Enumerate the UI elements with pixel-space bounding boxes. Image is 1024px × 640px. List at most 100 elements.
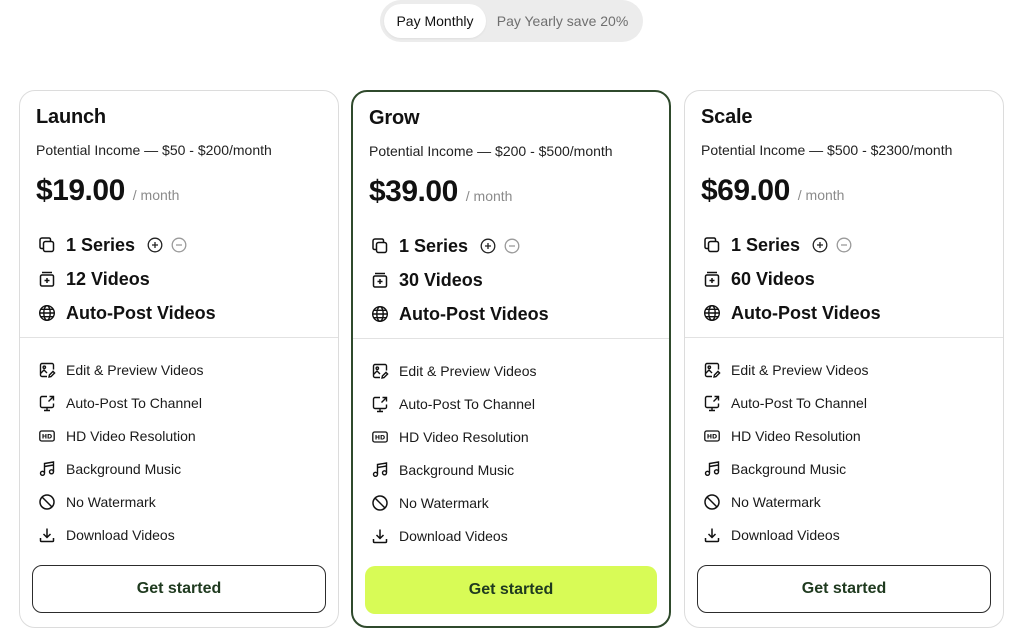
get-started-button[interactable]: Get started [32, 565, 326, 613]
pay-monthly-option[interactable]: Pay Monthly [384, 4, 486, 38]
feature-label: No Watermark [731, 493, 821, 510]
feature-item: Auto-Post To Channel [36, 386, 322, 419]
video-add-icon [369, 269, 391, 291]
main-features: 1 Series 60 Videos Auto-Post Videos [701, 228, 987, 330]
feature-item: Edit & Preview Videos [36, 353, 322, 386]
series-feature: 1 Series [701, 228, 987, 262]
feature-item: HD HD Video Resolution [701, 419, 987, 452]
plan-header: Scale Potential Income — $500 - $2300/mo… [685, 91, 1003, 338]
videos-label: 12 Videos [66, 268, 150, 289]
feature-item: Background Music [701, 452, 987, 485]
get-started-button[interactable]: Get started [697, 565, 991, 613]
main-features: 1 Series 30 Videos Auto-Post Videos [369, 229, 653, 331]
feature-item: Background Music [36, 452, 322, 485]
feature-label: Auto-Post To Channel [399, 395, 535, 412]
price-row: $19.00 / month [36, 174, 322, 214]
series-feature: 1 Series [36, 228, 322, 262]
plus-circle-icon[interactable] [147, 237, 163, 253]
feature-item: HD HD Video Resolution [369, 420, 653, 453]
image-edit-icon [369, 360, 391, 382]
image-edit-icon [36, 359, 58, 381]
monitor-share-icon [701, 392, 723, 414]
plan-card-grow: Grow Potential Income — $200 - $500/mont… [351, 90, 671, 628]
feature-item: Download Videos [36, 518, 322, 551]
get-started-button[interactable]: Get started [365, 566, 657, 614]
feature-label: Background Music [731, 460, 847, 477]
autopost-label: Auto-Post Videos [399, 303, 549, 324]
minus-circle-icon[interactable] [836, 237, 852, 253]
globe-icon [36, 302, 58, 324]
feature-label: Edit & Preview Videos [66, 361, 204, 378]
feature-label: Download Videos [399, 527, 508, 544]
globe-icon [369, 303, 391, 325]
potential-income: Potential Income — $50 - $200/month [36, 142, 272, 158]
feature-item: Auto-Post To Channel [369, 387, 653, 420]
feature-label: Edit & Preview Videos [399, 362, 537, 379]
plan-name: Launch [36, 106, 106, 128]
feature-label: Auto-Post To Channel [731, 394, 867, 411]
plan-header: Grow Potential Income — $200 - $500/mont… [353, 92, 669, 339]
feature-label: No Watermark [399, 494, 489, 511]
billing-toggle[interactable]: Pay Monthly Pay Yearly save 20% [380, 0, 643, 42]
potential-income: Potential Income — $200 - $500/month [369, 143, 613, 159]
feature-label: Edit & Preview Videos [731, 361, 869, 378]
series-label: 1 Series [399, 235, 469, 256]
copy-icon [701, 234, 723, 256]
music-note-icon [369, 459, 391, 481]
music-note-icon [701, 458, 723, 480]
video-add-icon [36, 268, 58, 290]
hd-icon: HD [369, 426, 391, 448]
no-symbol-icon [369, 492, 391, 514]
videos-label: 60 Videos [731, 268, 815, 289]
series-feature: 1 Series [369, 229, 653, 263]
no-symbol-icon [36, 491, 58, 513]
minus-circle-icon[interactable] [171, 237, 187, 253]
feature-item: HD HD Video Resolution [36, 419, 322, 452]
autopost-feature: Auto-Post Videos [701, 296, 987, 330]
feature-item: Background Music [369, 453, 653, 486]
download-icon [369, 525, 391, 547]
series-label: 1 Series [66, 234, 136, 255]
feature-item: Edit & Preview Videos [701, 353, 987, 386]
videos-feature: 30 Videos [369, 263, 653, 297]
feature-label: Background Music [399, 461, 515, 478]
video-add-icon [701, 268, 723, 290]
download-icon [701, 524, 723, 546]
autopost-label: Auto-Post Videos [66, 302, 216, 323]
main-features: 1 Series 12 Videos Auto-Post Videos [36, 228, 322, 330]
feature-label: Download Videos [731, 526, 840, 543]
monitor-share-icon [36, 392, 58, 414]
plan-name: Grow [369, 107, 420, 129]
price-period: / month [465, 188, 513, 204]
videos-feature: 60 Videos [701, 262, 987, 296]
feature-item: No Watermark [701, 485, 987, 518]
feature-label: Download Videos [66, 526, 175, 543]
price-row: $69.00 / month [701, 174, 987, 214]
feature-item: Edit & Preview Videos [369, 354, 653, 387]
svg-text:HD: HD [42, 433, 52, 440]
feature-label: Background Music [66, 460, 182, 477]
globe-icon [701, 302, 723, 324]
feature-item: Download Videos [701, 518, 987, 551]
plan-card-scale: Scale Potential Income — $500 - $2300/mo… [684, 90, 1004, 628]
feature-label: HD Video Resolution [399, 428, 529, 445]
feature-item: Download Videos [369, 519, 653, 552]
potential-income: Potential Income — $500 - $2300/month [701, 142, 953, 158]
series-stepper [480, 238, 520, 254]
videos-label: 30 Videos [399, 269, 483, 290]
hd-icon: HD [36, 425, 58, 447]
copy-icon [369, 235, 391, 257]
feature-list: Edit & Preview Videos Auto-Post To Channe… [353, 339, 669, 552]
minus-circle-icon[interactable] [504, 238, 520, 254]
feature-label: HD Video Resolution [731, 427, 861, 444]
plus-circle-icon[interactable] [480, 238, 496, 254]
price-row: $39.00 / month [369, 175, 653, 215]
music-note-icon [36, 458, 58, 480]
plus-circle-icon[interactable] [812, 237, 828, 253]
pay-yearly-option[interactable]: Pay Yearly save 20% [486, 4, 639, 38]
image-edit-icon [701, 359, 723, 381]
series-stepper [812, 237, 852, 253]
feature-label: No Watermark [66, 493, 156, 510]
feature-item: Auto-Post To Channel [701, 386, 987, 419]
feature-list: Edit & Preview Videos Auto-Post To Channe… [685, 338, 1003, 551]
